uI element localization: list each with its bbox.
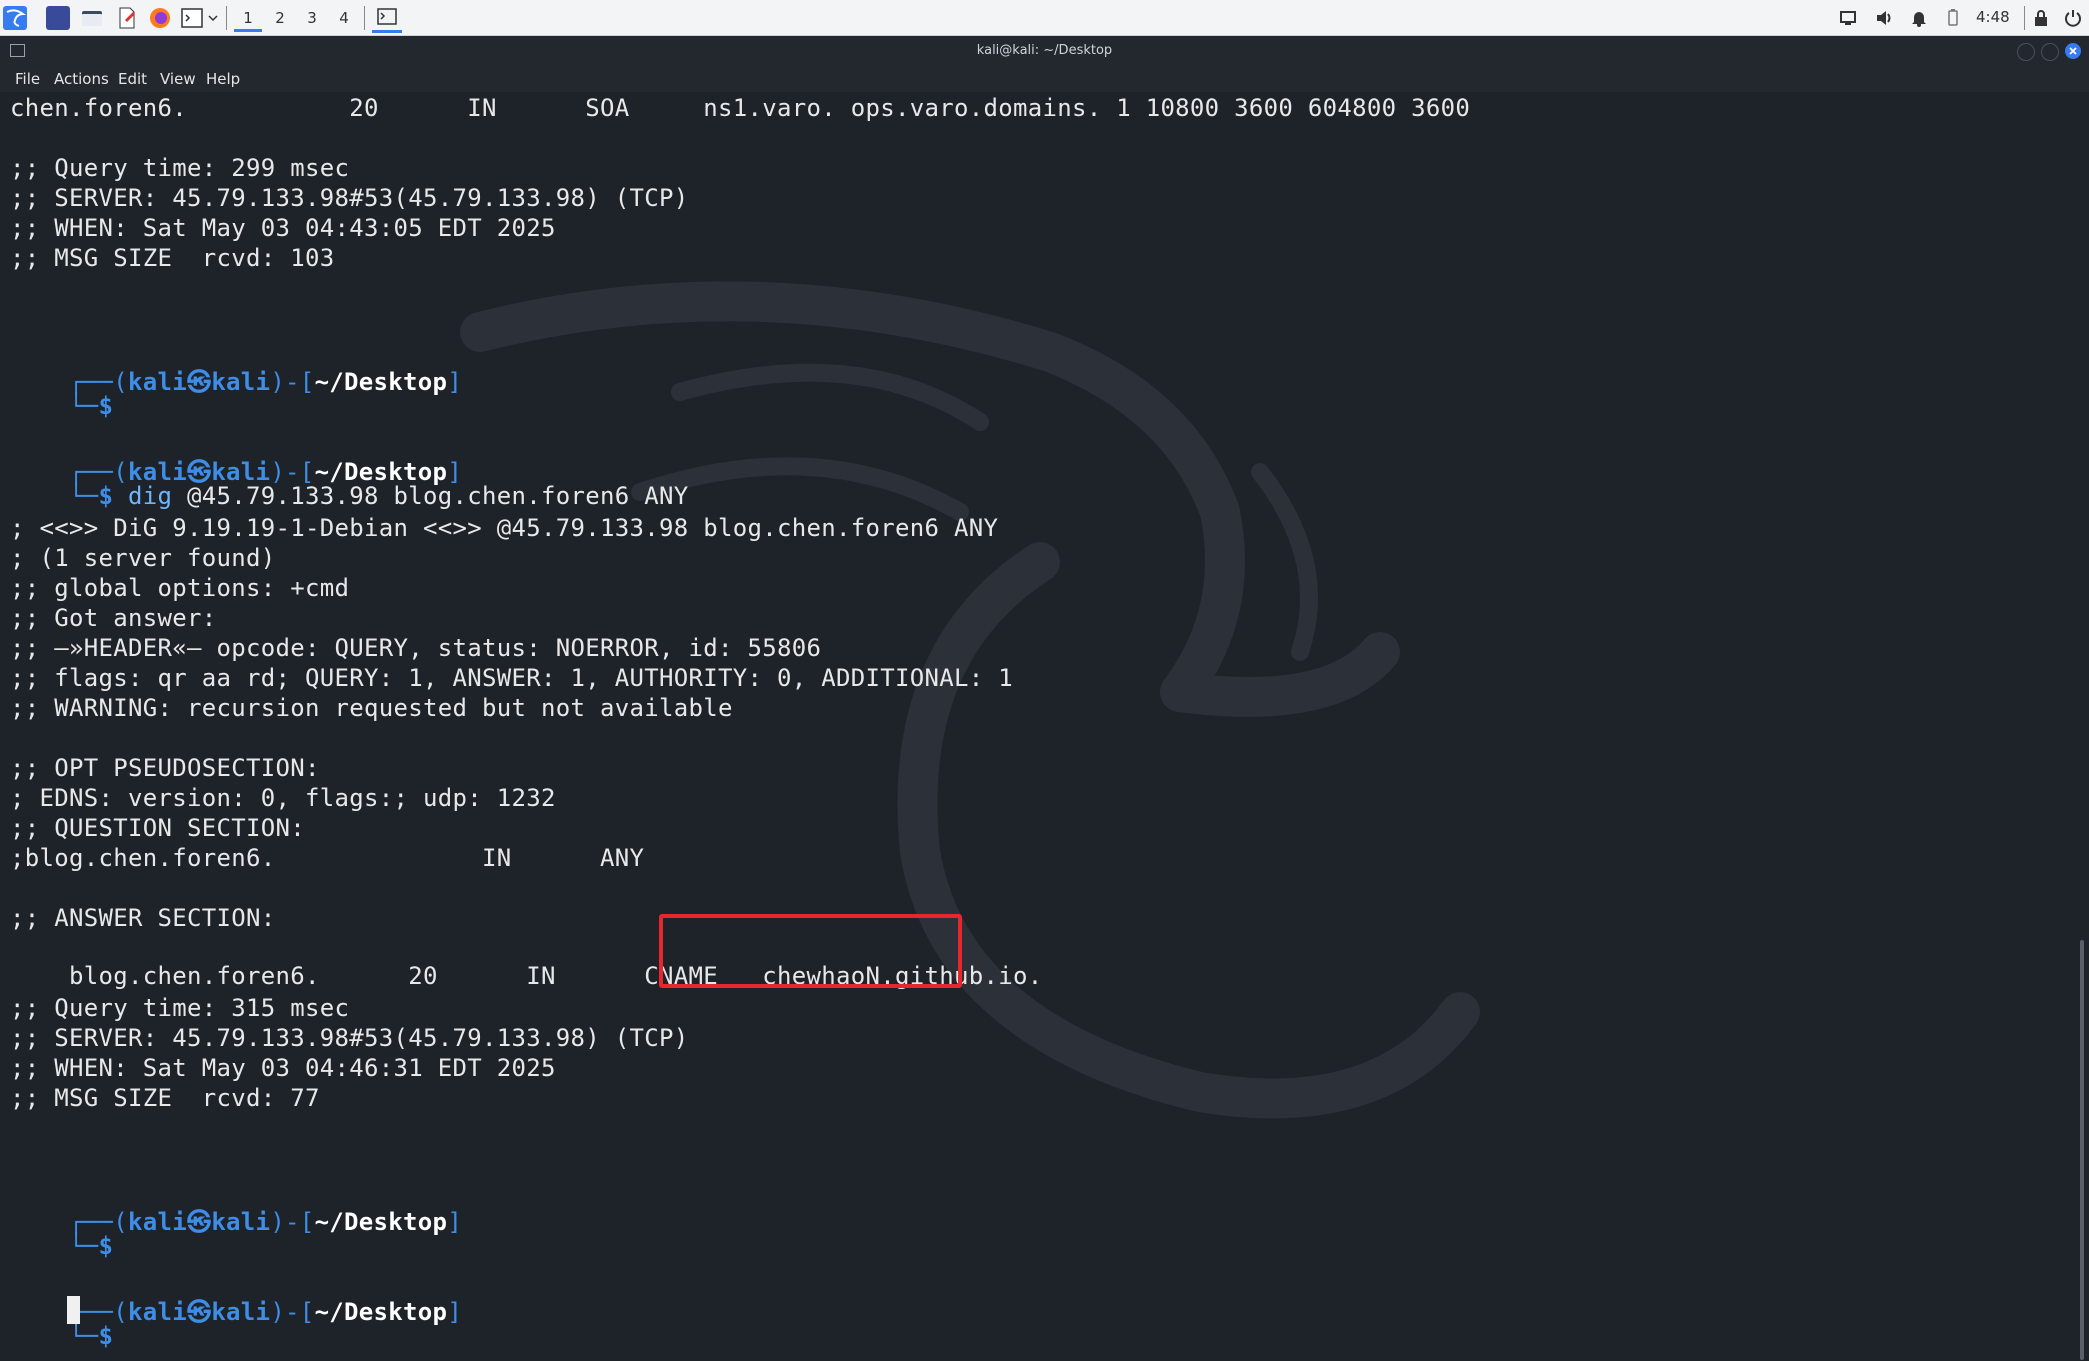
output-line: ;; OPT PSEUDOSECTION: bbox=[10, 754, 320, 782]
menu-view[interactable]: View bbox=[160, 70, 196, 88]
output-line: ;; SERVER: 45.79.133.98#53(45.79.133.98)… bbox=[10, 184, 689, 212]
menu-edit[interactable]: Edit bbox=[118, 70, 147, 88]
taskbar: 1 2 3 4 4:48 bbox=[0, 0, 2089, 36]
firefox-icon[interactable] bbox=[148, 6, 172, 30]
cname-highlight-box bbox=[659, 914, 962, 988]
scrollbar-thumb[interactable] bbox=[2080, 940, 2084, 1360]
output-line: ;; SERVER: 45.79.133.98#53(45.79.133.98)… bbox=[10, 1024, 689, 1052]
display-icon[interactable] bbox=[1838, 8, 1858, 28]
text-editor-icon[interactable] bbox=[115, 6, 139, 30]
terminal-output[interactable]: chen.foren6. 20 IN SOA ns1.varo. ops.var… bbox=[0, 92, 2069, 1361]
workspace-2[interactable]: 2 bbox=[266, 7, 294, 29]
window-title: kali@kali: ~/Desktop bbox=[976, 43, 1113, 58]
volume-icon[interactable] bbox=[1874, 8, 1894, 28]
lock-icon[interactable] bbox=[2031, 8, 2051, 28]
notification-bell-icon[interactable] bbox=[1909, 8, 1929, 28]
output-line: ;; flags: qr aa rd; QUERY: 1, ANSWER: 1,… bbox=[10, 664, 1013, 692]
output-line: ;; ANSWER SECTION: bbox=[10, 904, 276, 932]
desktop-icon[interactable] bbox=[46, 6, 70, 30]
kali-dragon-watermark bbox=[460, 281, 1480, 1119]
kali-menu-icon[interactable] bbox=[3, 6, 27, 30]
window-titlebar[interactable]: kali@kali: ~/Desktop bbox=[0, 36, 2089, 66]
output-line: ; <<>> DiG 9.19.19-1-Debian <<>> @45.79.… bbox=[10, 514, 999, 542]
active-terminal-task[interactable] bbox=[372, 6, 402, 33]
workspace-4[interactable]: 4 bbox=[330, 7, 358, 29]
power-icon[interactable] bbox=[2063, 8, 2083, 28]
menu-file[interactable]: File bbox=[15, 70, 40, 88]
menu-actions[interactable]: Actions bbox=[54, 70, 109, 88]
output-line: chen.foren6. 20 IN SOA ns1.varo. ops.var… bbox=[10, 94, 1471, 122]
close-button[interactable] bbox=[2065, 43, 2081, 59]
workspace-3[interactable]: 3 bbox=[298, 7, 326, 29]
output-line: ;; WHEN: Sat May 03 04:43:05 EDT 2025 bbox=[10, 214, 556, 242]
output-line: ;; Query time: 315 msec bbox=[10, 994, 350, 1022]
output-line: ;blog.chen.foren6. IN ANY bbox=[10, 844, 645, 872]
chevron-down-icon[interactable] bbox=[206, 6, 220, 30]
clock[interactable]: 4:48 bbox=[1976, 8, 2010, 26]
output-line: ;; Got answer: bbox=[10, 604, 217, 632]
output-line: ; (1 server found) bbox=[10, 544, 276, 572]
minimize-button[interactable] bbox=[2017, 43, 2035, 61]
output-line: ;; MSG SIZE rcvd: 103 bbox=[10, 244, 335, 272]
menu-help[interactable]: Help bbox=[206, 70, 240, 88]
output-line: ;; QUESTION SECTION: bbox=[10, 814, 305, 842]
battery-icon bbox=[1943, 8, 1963, 28]
text-cursor bbox=[67, 1296, 80, 1324]
output-line: ;; —»HEADER«— opcode: QUERY, status: NOE… bbox=[10, 634, 822, 662]
output-line: ;; WARNING: recursion requested but not … bbox=[10, 694, 733, 722]
output-line: ;; MSG SIZE rcvd: 77 bbox=[10, 1084, 320, 1112]
output-line: ;; WHEN: Sat May 03 04:46:31 EDT 2025 bbox=[10, 1054, 556, 1082]
command-args: @45.79.133.98 blog.chen.foren6 ANY bbox=[172, 482, 689, 510]
command-name: dig bbox=[128, 482, 173, 510]
output-line: ;; global options: +cmd bbox=[10, 574, 350, 602]
workspace-1[interactable]: 1 bbox=[234, 7, 262, 32]
terminal-icon[interactable] bbox=[180, 6, 204, 30]
maximize-button[interactable] bbox=[2041, 43, 2059, 61]
menubar: File Actions Edit View Help bbox=[0, 66, 2089, 92]
active-prompt-line[interactable]: └─$ bbox=[10, 1294, 113, 1361]
output-line: ;; Query time: 299 msec bbox=[10, 154, 350, 182]
output-line: ; EDNS: version: 0, flags:; udp: 1232 bbox=[10, 784, 556, 812]
file-manager-icon[interactable] bbox=[80, 6, 104, 30]
